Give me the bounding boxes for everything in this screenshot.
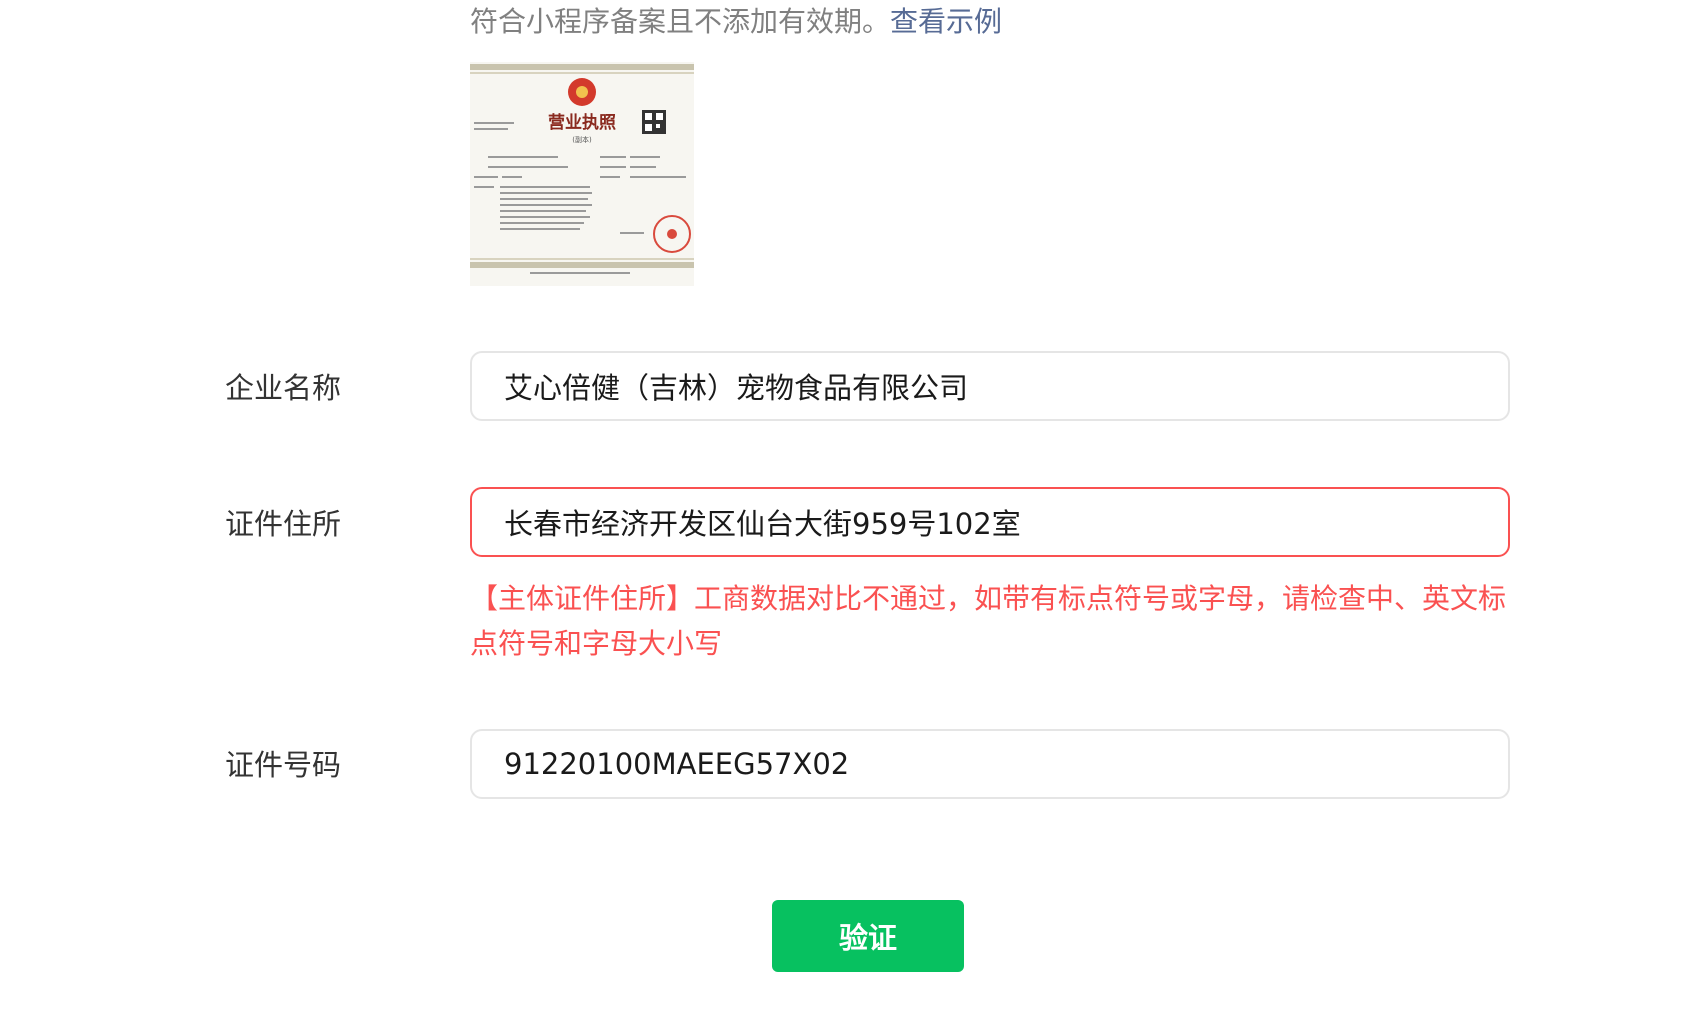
business-license-image[interactable]: 营业执照 (副本) — [470, 62, 694, 286]
license-title: 营业执照 — [548, 112, 616, 133]
business-license-illustration: 营业执照 (副本) — [470, 62, 694, 286]
hint-description: 符合小程序备案且不添加有效期。 — [470, 5, 891, 38]
hint-text: 符合小程序备案且不添加有效期。查看示例 — [470, 2, 1002, 42]
company-name-label: 企业名称 — [225, 371, 342, 405]
company-name-input[interactable] — [504, 369, 1508, 403]
license-number-field[interactable] — [470, 729, 1510, 799]
address-field[interactable] — [470, 487, 1510, 557]
license-subtitle: (副本) — [572, 135, 592, 144]
view-example-link[interactable]: 查看示例 — [890, 5, 1002, 38]
address-label: 证件住所 — [225, 507, 342, 541]
license-number-label: 证件号码 — [225, 748, 342, 782]
company-name-field[interactable] — [470, 351, 1510, 421]
license-number-input[interactable] — [504, 747, 1508, 781]
address-input[interactable] — [504, 505, 1508, 539]
verify-button[interactable]: 验证 — [772, 900, 964, 972]
verification-page: 符合小程序备案且不添加有效期。查看示例 营业执照 (副本) 企业名称 艾心倍健（… — [0, 0, 1694, 1022]
address-error-message: 【主体证件住所】工商数据对比不通过，如带有标点符号或字母，请检查中、英文标点符号… — [470, 582, 1507, 660]
